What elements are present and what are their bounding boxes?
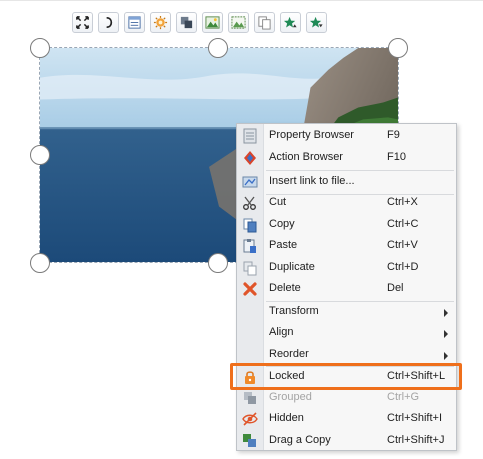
delete-x-icon bbox=[242, 281, 258, 297]
menu-item-action-browser[interactable]: Action Browser F10 bbox=[237, 147, 456, 169]
menu-item-shortcut: Del bbox=[387, 282, 404, 294]
menu-item-delete[interactable]: Delete Del bbox=[237, 278, 456, 300]
picture-icon bbox=[205, 15, 220, 30]
menu-item-transform[interactable]: Transform bbox=[237, 301, 456, 323]
menu-item-label: Hidden bbox=[269, 412, 304, 424]
duplicate-icon bbox=[242, 260, 258, 276]
bracket-icon bbox=[101, 15, 116, 30]
menu-item-label: Drag a Copy bbox=[269, 434, 331, 446]
resize-handle-top-left[interactable] bbox=[30, 38, 50, 58]
menu-item-label: Cut bbox=[269, 196, 287, 208]
layers-button[interactable] bbox=[176, 12, 197, 33]
context-menu: Property Browser F9 Action Browser F10 I… bbox=[236, 123, 457, 451]
scissors-icon bbox=[242, 195, 258, 211]
menu-item-shortcut: Ctrl+Shift+I bbox=[387, 412, 443, 424]
locked-item-highlight bbox=[230, 363, 462, 390]
action-browser-icon bbox=[242, 150, 258, 166]
insert-link-icon bbox=[242, 174, 258, 190]
star-down-button[interactable] bbox=[306, 12, 327, 33]
document-panel-button[interactable] bbox=[124, 12, 145, 33]
menu-item-label: Insert link to file... bbox=[269, 175, 355, 187]
fit-to-frame-icon bbox=[75, 15, 90, 30]
menu-item-shortcut: Ctrl+V bbox=[387, 239, 418, 251]
submenu-arrow-icon bbox=[444, 352, 448, 360]
top-divider bbox=[0, 0, 483, 1]
star-up-button[interactable] bbox=[280, 12, 301, 33]
menu-item-insert-link[interactable]: Insert link to file... bbox=[237, 171, 456, 193]
resize-handle-top-right[interactable] bbox=[388, 38, 408, 58]
drag-copy-icon bbox=[242, 433, 258, 449]
picture-dotted-button[interactable] bbox=[228, 12, 249, 33]
menu-item-shortcut: Ctrl+D bbox=[387, 261, 419, 273]
layers-icon bbox=[179, 15, 194, 30]
menu-item-shortcut: F9 bbox=[387, 129, 400, 141]
property-browser-icon bbox=[242, 128, 258, 144]
resize-handle-middle-left[interactable] bbox=[30, 145, 50, 165]
menu-item-label: Property Browser bbox=[269, 129, 354, 141]
picture-button[interactable] bbox=[202, 12, 223, 33]
submenu-arrow-icon bbox=[444, 330, 448, 338]
menu-item-label: Align bbox=[269, 326, 294, 338]
star-up-icon bbox=[283, 15, 298, 30]
settings-burst-icon bbox=[153, 15, 168, 30]
menu-item-duplicate[interactable]: Duplicate Ctrl+D bbox=[237, 257, 456, 279]
menu-item-label: Transform bbox=[269, 305, 319, 317]
menu-item-label: Action Browser bbox=[269, 151, 343, 163]
menu-item-label: Paste bbox=[269, 239, 298, 251]
menu-item-copy[interactable]: Copy Ctrl+C bbox=[237, 214, 456, 236]
menu-item-shortcut: Ctrl+C bbox=[387, 218, 419, 230]
menu-item-hidden[interactable]: Hidden Ctrl+Shift+I bbox=[237, 408, 456, 430]
copy-pages-button[interactable] bbox=[254, 12, 275, 33]
copy-icon bbox=[242, 217, 258, 233]
menu-item-label: Copy bbox=[269, 218, 295, 230]
menu-item-shortcut: F10 bbox=[387, 151, 406, 163]
menu-item-label: Grouped bbox=[269, 391, 312, 403]
star-down-icon bbox=[309, 15, 324, 30]
menu-item-shortcut: Ctrl+Shift+J bbox=[387, 434, 445, 446]
menu-item-drag-a-copy[interactable]: Drag a Copy Ctrl+Shift+J bbox=[237, 430, 456, 452]
menu-item-shortcut: Ctrl+X bbox=[387, 196, 418, 208]
settings-burst-button[interactable] bbox=[150, 12, 171, 33]
menu-item-shortcut: Ctrl+G bbox=[387, 391, 420, 403]
menu-item-label: Delete bbox=[269, 282, 301, 294]
menu-item-label: Reorder bbox=[269, 348, 309, 360]
resize-handle-top-center[interactable] bbox=[208, 38, 228, 58]
copy-pages-icon bbox=[257, 15, 272, 30]
hidden-eye-icon bbox=[242, 411, 258, 427]
fit-to-frame-button[interactable] bbox=[72, 12, 93, 33]
menu-item-label: Duplicate bbox=[269, 261, 315, 273]
group-icon bbox=[242, 390, 258, 406]
menu-item-paste[interactable]: Paste Ctrl+V bbox=[237, 235, 456, 257]
submenu-arrow-icon bbox=[444, 309, 448, 317]
bracket-button[interactable] bbox=[98, 12, 119, 33]
resize-handle-bottom-left[interactable] bbox=[30, 253, 50, 273]
menu-item-grouped[interactable]: Grouped Ctrl+G bbox=[237, 387, 456, 409]
image-toolbar bbox=[72, 12, 327, 34]
resize-handle-bottom-center[interactable] bbox=[208, 253, 228, 273]
menu-item-cut[interactable]: Cut Ctrl+X bbox=[237, 192, 456, 214]
menu-item-property-browser[interactable]: Property Browser F9 bbox=[237, 125, 456, 147]
paste-icon bbox=[242, 238, 258, 254]
menu-item-align[interactable]: Align bbox=[237, 322, 456, 344]
document-panel-icon bbox=[127, 15, 142, 30]
picture-dotted-icon bbox=[231, 15, 246, 30]
